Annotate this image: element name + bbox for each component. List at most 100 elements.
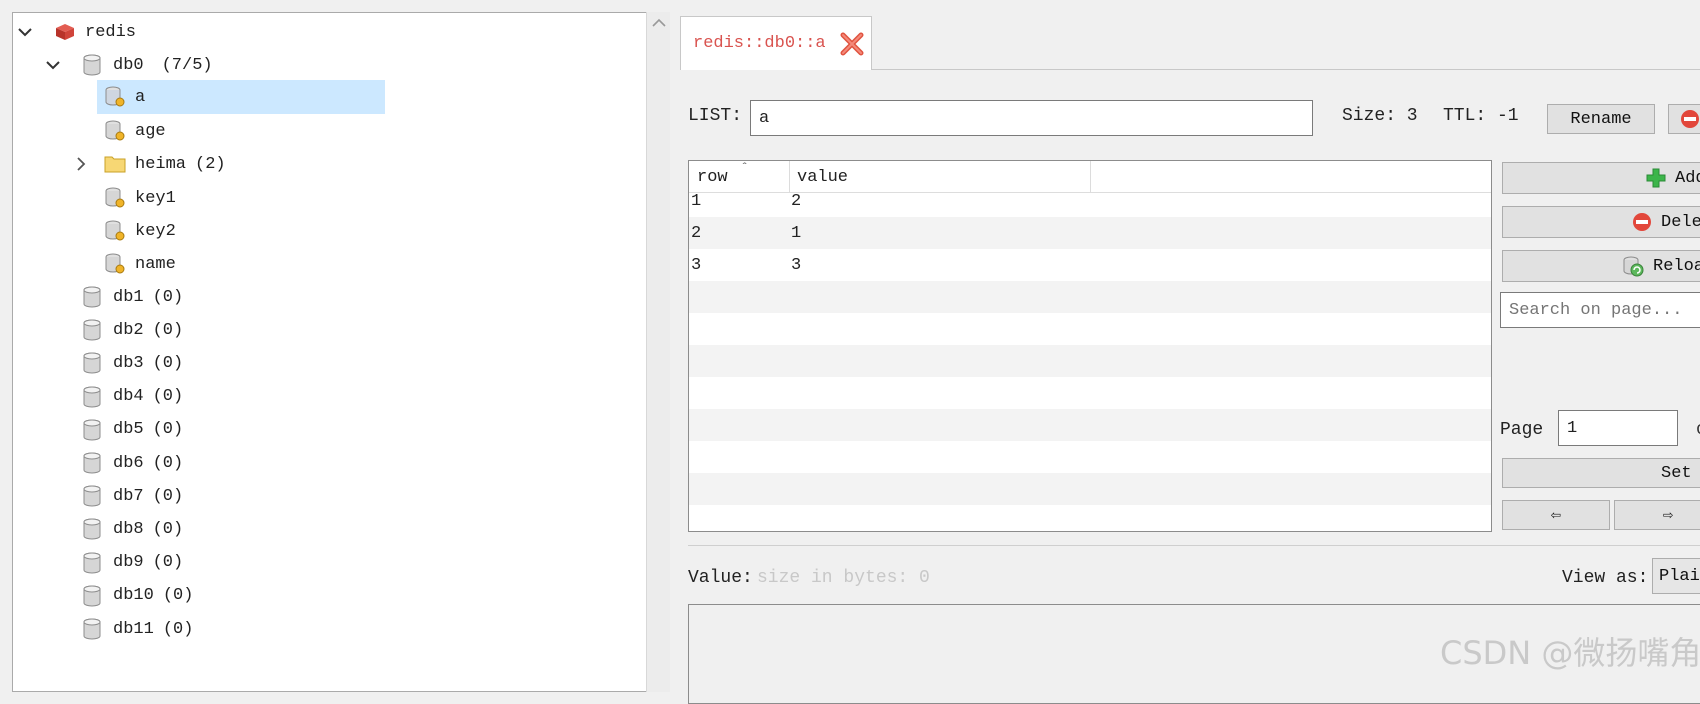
tree-item-label: db10 <box>113 586 154 606</box>
page-number-input[interactable]: 1 <box>1558 410 1678 446</box>
tree-item-db2[interactable]: db2 (0) <box>81 313 183 347</box>
tree-item-redis-server[interactable]: redis <box>17 15 136 49</box>
key-icon <box>105 120 125 141</box>
tree-scrollbar[interactable] <box>646 12 670 692</box>
tree-item-key-age[interactable]: age <box>97 114 166 148</box>
tree-item-db9[interactable]: db9 (0) <box>81 546 183 580</box>
tree-item-label: db11 <box>113 619 154 639</box>
database-icon <box>83 618 101 640</box>
tree-item-label: db0 <box>113 55 144 75</box>
delete-key-button[interactable] <box>1668 104 1700 134</box>
table-row[interactable] <box>689 377 1491 409</box>
tree-item-db5[interactable]: db5 (0) <box>81 413 183 447</box>
table-row[interactable] <box>689 441 1491 473</box>
tree-item-label: db9 <box>113 553 144 573</box>
table-row[interactable]: 33 <box>689 249 1491 281</box>
folder-icon <box>104 156 126 173</box>
table-row[interactable] <box>689 281 1491 313</box>
tree-item-label: db3 <box>113 353 144 373</box>
search-input[interactable] <box>1500 292 1700 328</box>
tree-item-db6[interactable]: db6 (0) <box>81 446 183 480</box>
add-row-button[interactable]: Add <box>1502 162 1700 194</box>
tree-item-key-key2[interactable]: key2 <box>97 214 176 248</box>
tree-item-label: db8 <box>113 519 144 539</box>
tree-item-count: (0) <box>152 320 184 340</box>
cell-row: 3 <box>691 255 702 275</box>
tree-item-count: (0) <box>152 519 184 539</box>
database-icon <box>83 352 101 374</box>
chevron-down-icon[interactable] <box>45 57 61 73</box>
connection-tree[interactable]: redis db0 (7/5) a age heima (2) key1 key… <box>12 12 670 692</box>
tree-item-label: db6 <box>113 453 144 473</box>
database-icon <box>83 452 101 474</box>
panel-splitter[interactable] <box>688 545 1700 546</box>
tree-item-key-name[interactable]: name <box>97 247 176 281</box>
tree-item-label: db4 <box>113 387 144 407</box>
key-size-label: Size: 3 <box>1342 106 1418 126</box>
reload-button[interactable]: Reloa <box>1502 250 1700 282</box>
tree-item-db8[interactable]: db8 (0) <box>81 512 183 546</box>
tree-item-db10[interactable]: db10 (0) <box>81 579 193 613</box>
database-icon <box>83 485 101 507</box>
list-values-table[interactable]: row ˆ value 122133 <box>688 160 1492 532</box>
tree-item-db3[interactable]: db3 (0) <box>81 346 183 380</box>
delete-row-button[interactable]: Dele <box>1502 206 1700 238</box>
tree-item-db0[interactable]: db0 (7/5) <box>45 48 213 82</box>
value-label: Value: <box>688 568 753 588</box>
tree-item-label: name <box>135 254 176 274</box>
key-type-label: LIST: <box>688 106 743 126</box>
cell-row: 1 <box>691 191 702 211</box>
tree-item-db1[interactable]: db1 (0) <box>81 280 183 314</box>
tree-item-db11[interactable]: db11 (0) <box>81 612 193 646</box>
view-as-select[interactable]: Plai <box>1652 558 1700 594</box>
next-page-button[interactable]: ⇨ <box>1614 500 1700 530</box>
delete-row-label: Dele <box>1661 212 1700 232</box>
redis-server-icon <box>56 24 74 40</box>
tree-item-count: (0) <box>152 353 184 373</box>
cell-value: 3 <box>791 255 802 275</box>
sort-indicator-icon: ˆ <box>741 161 749 175</box>
page-label: Page <box>1500 420 1544 440</box>
plus-icon <box>1646 168 1666 188</box>
table-row[interactable] <box>689 473 1491 505</box>
tab-key-a[interactable]: redis::db0::a <box>680 16 872 70</box>
value-size-hint: size in bytes: 0 <box>757 568 930 588</box>
table-row[interactable] <box>689 345 1491 377</box>
tree-item-key-a[interactable]: a <box>97 80 385 114</box>
tab-title: redis::db0::a <box>693 34 826 53</box>
delete-icon <box>1681 110 1699 128</box>
tree-item-count: (7/5) <box>161 55 213 75</box>
tree-item-label: db5 <box>113 420 144 440</box>
prev-page-button[interactable]: ⇦ <box>1502 500 1610 530</box>
tree-item-db7[interactable]: db7 (0) <box>81 479 183 513</box>
set-page-button[interactable]: Set <box>1502 458 1700 488</box>
delete-icon <box>1633 213 1651 231</box>
table-row[interactable]: 12 <box>689 185 1491 217</box>
rename-button[interactable]: Rename <box>1547 104 1655 134</box>
scroll-up-icon[interactable] <box>652 18 666 28</box>
table-row[interactable] <box>689 313 1491 345</box>
cell-value: 1 <box>791 223 802 243</box>
page-of-label: o <box>1696 420 1700 440</box>
table-row[interactable] <box>689 505 1491 531</box>
database-icon <box>83 585 101 607</box>
database-icon <box>83 552 101 574</box>
tree-item-count: (0) <box>162 586 194 606</box>
tree-item-count: (0) <box>152 553 184 573</box>
reload-icon <box>1623 256 1644 277</box>
close-icon[interactable] <box>838 30 866 58</box>
table-row[interactable]: 21 <box>689 217 1491 249</box>
add-row-label: Add <box>1675 168 1700 188</box>
tree-item-db4[interactable]: db4 (0) <box>81 380 183 414</box>
tree-item-folder-heima[interactable]: heima (2) <box>73 147 226 181</box>
key-name-input[interactable]: a <box>750 100 1313 136</box>
tree-item-label: redis <box>85 22 137 42</box>
chevron-right-icon[interactable] <box>73 156 89 172</box>
tree-item-label: db7 <box>113 486 144 506</box>
tree-item-count: (0) <box>152 486 184 506</box>
table-row[interactable] <box>689 409 1491 441</box>
tree-item-label: a <box>135 87 146 107</box>
chevron-down-icon[interactable] <box>17 24 33 40</box>
tree-item-key-key1[interactable]: key1 <box>97 181 176 215</box>
tree-item-label: db2 <box>113 320 144 340</box>
